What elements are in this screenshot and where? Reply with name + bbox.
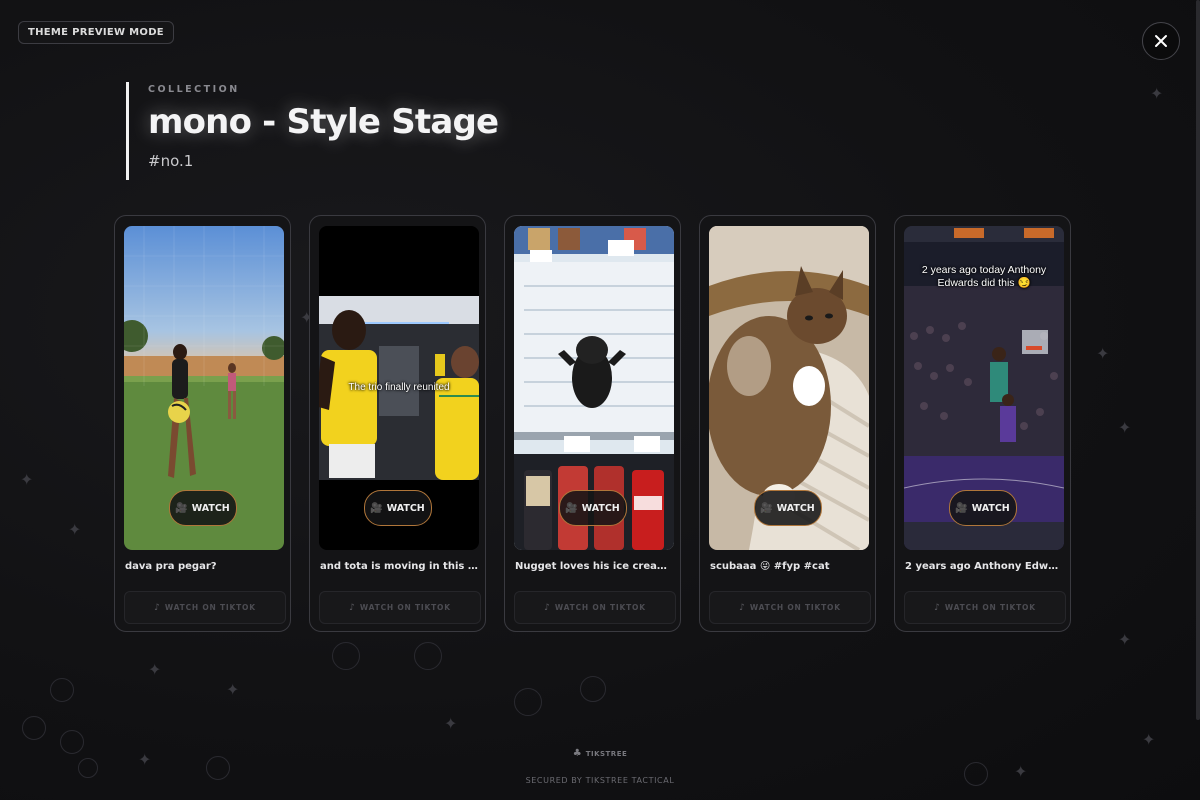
video-caption: dava pra pegar? <box>125 561 217 572</box>
sparkle-icon: ✦ <box>1118 630 1132 649</box>
video-overlay-text: The trio finally reunited <box>348 382 450 393</box>
watch-label: WATCH <box>971 502 1010 514</box>
watch-label: WATCH <box>581 502 620 514</box>
bubble-decoration <box>514 688 542 716</box>
tiktok-icon: ♪ <box>739 602 745 613</box>
collection-subtitle: #no.1 <box>148 152 194 170</box>
collection-header: COLLECTION mono - Style Stage #no.1 <box>126 82 499 180</box>
tiktok-icon: ♪ <box>154 602 160 613</box>
watch-button[interactable]: 🎥 WATCH <box>753 490 822 526</box>
footer-brand-label: TIKSTREE <box>585 749 628 758</box>
watch-on-tiktok-label: WATCH ON TIKTOK <box>749 603 841 612</box>
sparkle-icon: ✦ <box>20 470 34 489</box>
bubble-decoration <box>50 678 74 702</box>
watch-on-tiktok-label: WATCH ON TIKTOK <box>359 603 451 612</box>
sparkle-icon: ✦ <box>1096 344 1110 363</box>
video-camera-icon: 🎥 <box>955 502 968 514</box>
watch-label: WATCH <box>386 502 425 514</box>
tiktok-icon: ♪ <box>544 602 550 613</box>
watch-on-tiktok-button[interactable]: ♪ WATCH ON TIKTOK <box>124 591 286 624</box>
video-camera-icon: 🎥 <box>175 502 188 514</box>
bubble-decoration <box>414 642 442 670</box>
footer-brand: ♣ TIKSTREE <box>0 748 1200 759</box>
video-camera-icon: 🎥 <box>565 502 578 514</box>
watch-on-tiktok-label: WATCH ON TIKTOK <box>554 603 646 612</box>
scrollbar[interactable] <box>1196 0 1200 720</box>
watch-on-tiktok-button[interactable]: ♪ WATCH ON TIKTOK <box>514 591 676 624</box>
close-button[interactable] <box>1142 22 1180 60</box>
video-card: The trio finally reunited 🎥 WATCH and to… <box>309 215 486 632</box>
watch-on-tiktok-label: WATCH ON TIKTOK <box>944 603 1036 612</box>
tree-icon: ♣ <box>572 748 582 759</box>
watch-button[interactable]: 🎥 WATCH <box>168 490 237 526</box>
watch-button[interactable]: 🎥 WATCH <box>363 490 432 526</box>
video-card: 🎥 WATCH scubaaa 😜 #fyp #cat ♪ WATCH ON T… <box>699 215 876 632</box>
video-card-list: 🎥 WATCH dava pra pegar? ♪ WATCH ON TIKTO… <box>114 215 1071 632</box>
video-card: 🎥 WATCH dava pra pegar? ♪ WATCH ON TIKTO… <box>114 215 291 632</box>
sparkle-icon: ✦ <box>1142 730 1156 749</box>
sparkle-icon: ✦ <box>68 520 82 539</box>
sparkle-icon: ✦ <box>226 680 240 699</box>
video-caption: Nugget loves his ice cream #nug... <box>515 561 673 572</box>
video-overlay-text: 2 years ago today Anthony Edwards did th… <box>921 264 1047 289</box>
bubble-decoration <box>78 758 98 778</box>
watch-on-tiktok-button[interactable]: ♪ WATCH ON TIKTOK <box>709 591 871 624</box>
video-caption: scubaaa 😜 #fyp #cat <box>710 561 830 572</box>
theme-preview-badge: THEME PREVIEW MODE <box>18 21 174 44</box>
close-icon <box>1155 35 1167 47</box>
watch-button[interactable]: 🎥 WATCH <box>558 490 627 526</box>
video-caption: and tota is moving in this time🤩... <box>320 561 478 572</box>
collection-eyebrow: COLLECTION <box>148 84 240 95</box>
video-caption: 2 years ago Anthony Edwards du... <box>905 561 1063 572</box>
bubble-decoration <box>332 642 360 670</box>
tiktok-icon: ♪ <box>934 602 940 613</box>
video-card: 2 years ago today Anthony Edwards did th… <box>894 215 1071 632</box>
video-card: 🎥 WATCH Nugget loves his ice cream #nug.… <box>504 215 681 632</box>
watch-on-tiktok-label: WATCH ON TIKTOK <box>164 603 256 612</box>
bubble-decoration <box>22 716 46 740</box>
theme-preview-stage: ✦ ✦ ✦ ✦ ✦ ✦ ✦ ✦ ✦ ✦ ✦ ✦ ✦ ✦ THEME PREVIE… <box>0 0 1200 800</box>
sparkle-icon: ✦ <box>148 660 162 679</box>
video-camera-icon: 🎥 <box>370 502 383 514</box>
watch-label: WATCH <box>776 502 815 514</box>
page-title: mono - Style Stage <box>148 102 499 142</box>
sparkle-icon: ✦ <box>1118 418 1132 437</box>
watch-on-tiktok-button[interactable]: ♪ WATCH ON TIKTOK <box>319 591 481 624</box>
video-camera-icon: 🎥 <box>760 502 773 514</box>
sparkle-icon: ✦ <box>444 714 458 733</box>
tiktok-icon: ♪ <box>349 602 355 613</box>
bubble-decoration <box>580 676 606 702</box>
sparkle-icon: ✦ <box>1150 84 1164 103</box>
watch-button[interactable]: 🎥 WATCH <box>948 490 1017 526</box>
watch-label: WATCH <box>191 502 230 514</box>
watch-on-tiktok-button[interactable]: ♪ WATCH ON TIKTOK <box>904 591 1066 624</box>
footer-secured-text: SECURED BY TIKSTREE TACTICAL <box>525 776 675 785</box>
